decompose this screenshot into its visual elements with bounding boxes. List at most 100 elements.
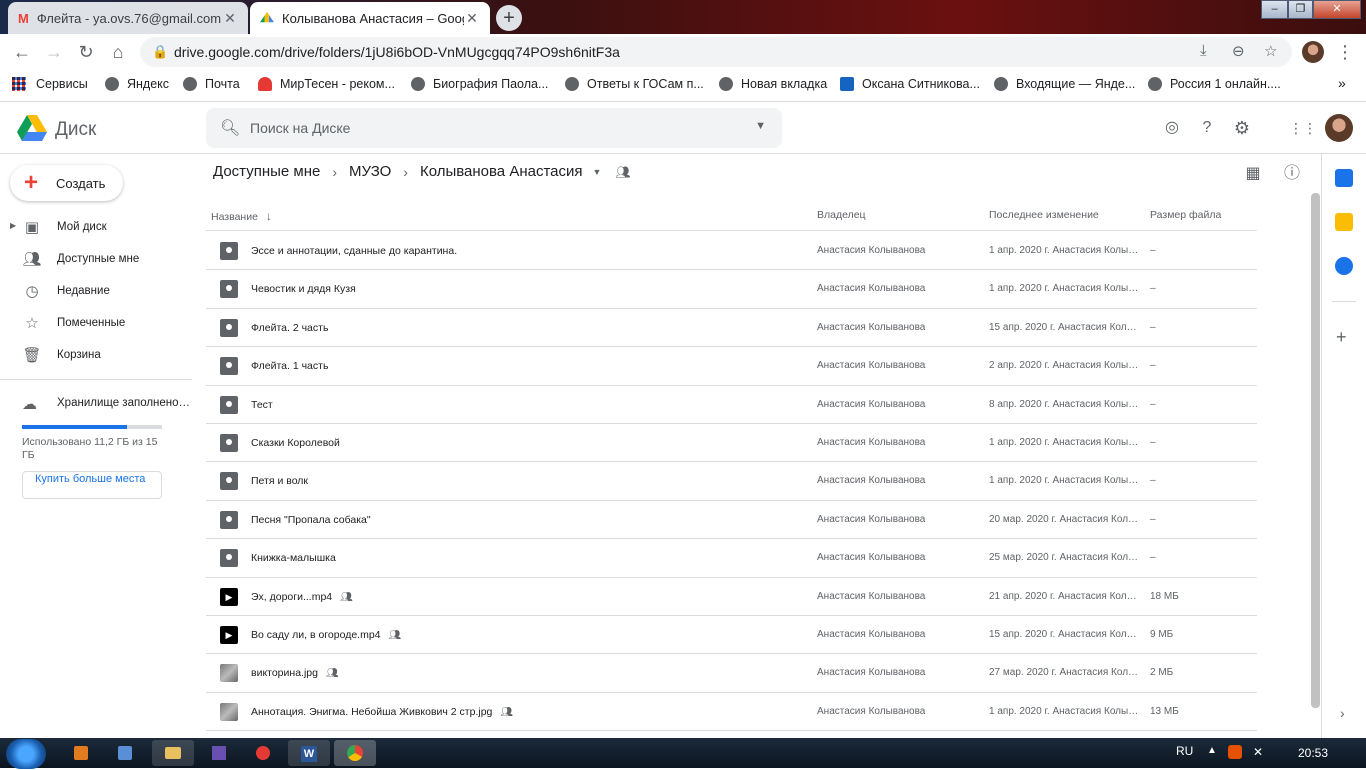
clock[interactable]: 20:53 bbox=[1298, 746, 1328, 760]
table-row[interactable]: Аннотация. Энигма. Небойша Живкович 2 ст… bbox=[206, 693, 1257, 732]
drive-logo-text[interactable]: Диск bbox=[55, 119, 96, 141]
file-modified: 1 апр. 2020 г. Анастасия Колыванова bbox=[989, 245, 1139, 256]
forward-icon[interactable]: → bbox=[43, 41, 65, 63]
install-icon[interactable]: ⤓ bbox=[1200, 42, 1207, 59]
breadcrumb-item[interactable]: МУЗО bbox=[349, 163, 391, 180]
table-row[interactable]: Флейта. 1 часть Анастасия Колыванова 2 апр… bbox=[206, 347, 1257, 386]
tab-drive[interactable]: Колыванова Анастасия – Googl ✕ bbox=[250, 2, 490, 34]
drive-logo-icon[interactable] bbox=[17, 115, 47, 141]
tab-strip: M Флейта - ya.ovs.76@gmail.com - ✕ Колыв… bbox=[0, 0, 1366, 34]
close-window-button[interactable]: ✕ bbox=[1313, 0, 1361, 19]
bookmark-item[interactable]: Россия 1 онлайн.... bbox=[1148, 77, 1281, 91]
zoom-icon[interactable]: ⊖ bbox=[1232, 42, 1245, 60]
back-icon[interactable]: ← bbox=[11, 41, 33, 63]
scrollbar[interactable] bbox=[1311, 193, 1320, 708]
home-icon[interactable]: ⌂ bbox=[107, 41, 129, 63]
file-owner: Анастасия Колыванова bbox=[817, 590, 926, 602]
table-row[interactable]: Тест Анастасия Колыванова 8 апр. 2020 г. А… bbox=[206, 386, 1257, 424]
media-player-icon[interactable] bbox=[60, 740, 102, 766]
search-options-icon[interactable]: ▼ bbox=[755, 120, 766, 132]
column-owner[interactable]: Владелец bbox=[817, 209, 866, 221]
add-addon-icon[interactable]: + bbox=[1336, 327, 1347, 348]
file-owner: Анастасия Колыванова bbox=[817, 398, 926, 410]
gmail-icon: M bbox=[18, 10, 29, 26]
network-icon[interactable]: ✕ bbox=[1253, 745, 1263, 759]
sidebar-item-starred[interactable]: ☆ Помеченные bbox=[0, 308, 192, 340]
gear-icon[interactable]: ⚙ bbox=[1232, 118, 1252, 138]
star-bookmark-icon[interactable]: ☆ bbox=[1264, 42, 1277, 60]
file-modified: 1 апр. 2020 г. Анастасия Колыванова bbox=[989, 705, 1139, 717]
table-row[interactable]: Песня "Пропала собака" Анастасия Колывано… bbox=[206, 501, 1257, 540]
help-icon[interactable]: ? bbox=[1197, 118, 1217, 138]
create-button[interactable]: + Создать bbox=[10, 165, 123, 201]
offline-check-icon[interactable]: ◎ bbox=[1162, 118, 1182, 138]
table-row[interactable]: викторина.jpg 👥︎ Анастасия Колыванова 27 ма… bbox=[206, 654, 1257, 693]
vs-app-icon[interactable] bbox=[198, 740, 240, 766]
bookmark-item[interactable]: Почта bbox=[183, 77, 240, 91]
start-button[interactable] bbox=[6, 739, 46, 769]
bookmark-item[interactable]: Входящие — Янде... bbox=[994, 77, 1135, 91]
address-bar[interactable]: 🔒 drive.google.com/drive/folders/1jU8i6b… bbox=[140, 37, 1292, 67]
tasks-icon[interactable] bbox=[1335, 257, 1353, 275]
table-row[interactable]: Флейта. 2 часть Анастасия Колыванова 15 ап… bbox=[206, 309, 1257, 348]
close-icon[interactable]: ✕ bbox=[222, 10, 238, 27]
keep-icon[interactable] bbox=[1335, 213, 1353, 231]
bookmark-item[interactable]: Новая вкладка bbox=[719, 77, 827, 91]
sidebar-item-my-drive[interactable]: ▶ ▣ Мой диск bbox=[0, 212, 192, 244]
yandex-browser-icon[interactable] bbox=[242, 740, 284, 766]
account-avatar[interactable] bbox=[1325, 114, 1353, 142]
bookmark-apps[interactable]: Сервисы bbox=[12, 77, 88, 91]
grid-view-icon[interactable]: ▦ bbox=[1243, 164, 1263, 184]
expand-arrow-icon[interactable]: ▶ bbox=[10, 221, 16, 230]
search-icon[interactable]: 🔍︎ bbox=[220, 118, 240, 138]
table-row[interactable]: Книжка-малышка Анастасия Колыванова 25 мар… bbox=[206, 539, 1257, 578]
minimize-button[interactable]: – bbox=[1261, 0, 1288, 19]
close-icon[interactable]: ✕ bbox=[464, 10, 480, 27]
storage-label[interactable]: Хранилище заполнено на... bbox=[57, 397, 191, 409]
table-row[interactable]: Эссе и аннотации, сданные до карантина. А… bbox=[206, 232, 1257, 271]
bookmark-item[interactable]: МирТесен - реком... bbox=[258, 77, 395, 91]
chevron-right-icon: › bbox=[403, 163, 408, 180]
explorer-icon[interactable] bbox=[152, 740, 194, 766]
tray-app-icon[interactable] bbox=[1228, 745, 1242, 759]
table-row[interactable]: Петя и волк Анастасия Колыванова 1 апр. 20… bbox=[206, 462, 1257, 501]
tray-expand-icon[interactable]: ▲ bbox=[1207, 745, 1217, 756]
maximize-button[interactable]: ❐ bbox=[1288, 0, 1313, 19]
breadcrumb-current[interactable]: Колыванова Анастасия bbox=[420, 163, 583, 180]
file-name: викторина.jpg 👥︎ bbox=[251, 667, 339, 680]
shared-icon: 👥︎ bbox=[500, 706, 514, 718]
word-icon[interactable]: W bbox=[288, 740, 330, 766]
bookmark-item[interactable]: Яндекс bbox=[105, 77, 169, 91]
column-name[interactable]: Название ↓ bbox=[211, 209, 272, 223]
profile-avatar[interactable] bbox=[1302, 41, 1324, 63]
volume-app-icon[interactable] bbox=[104, 740, 146, 766]
sidebar-item-recent[interactable]: ◷ Недавние bbox=[0, 276, 192, 308]
table-row[interactable]: ▶ Во саду ли, в огороде.mp4 👥︎ Анастасия Ко… bbox=[206, 616, 1257, 655]
calendar-icon[interactable] bbox=[1335, 169, 1353, 187]
column-size[interactable]: Размер файла bbox=[1150, 209, 1221, 221]
breadcrumb-item[interactable]: Доступные мне bbox=[213, 163, 320, 180]
column-modified[interactable]: Последнее изменение bbox=[989, 209, 1099, 221]
chrome-icon[interactable] bbox=[334, 740, 376, 766]
chevron-down-icon[interactable]: ▼ bbox=[593, 167, 602, 177]
bookmark-item[interactable]: Оксана Ситникова... bbox=[840, 77, 980, 91]
info-icon[interactable]: ⓘ bbox=[1282, 164, 1302, 184]
table-row[interactable]: Чевостик и дядя Кузя Анастасия Колыванова… bbox=[206, 270, 1257, 309]
menu-dots-icon[interactable]: ⋮ bbox=[1334, 41, 1356, 63]
bookmarks-overflow-button[interactable]: » bbox=[1338, 75, 1346, 91]
search-input[interactable]: 🔍︎ Поиск на Диске ▼ bbox=[206, 108, 782, 148]
chevron-right-icon[interactable]: › bbox=[1340, 705, 1345, 721]
bookmark-item[interactable]: Ответы к ГОСам п... bbox=[565, 77, 704, 91]
table-row[interactable]: ▶ Эх, дороги...mp4 👥︎ Анастасия Колыванова 2… bbox=[206, 578, 1257, 616]
new-tab-button[interactable]: + bbox=[496, 5, 522, 31]
buy-storage-button[interactable]: Купить больше места bbox=[22, 471, 162, 499]
table-row[interactable]: Сказки Королевой Анастасия Колыванова 1 ап… bbox=[206, 424, 1257, 463]
reload-icon[interactable]: ↻ bbox=[75, 41, 97, 63]
sidebar-item-trash[interactable]: 🗑︎ Корзина bbox=[0, 340, 192, 372]
tab-gmail[interactable]: M Флейта - ya.ovs.76@gmail.com - ✕ bbox=[8, 2, 248, 34]
language-indicator[interactable]: RU bbox=[1176, 744, 1193, 758]
apps-icon[interactable]: ⋮⋮ bbox=[1289, 118, 1317, 138]
sort-arrow-icon[interactable]: ↓ bbox=[266, 209, 272, 223]
bookmark-item[interactable]: Биография Паола... bbox=[411, 77, 548, 91]
sidebar-item-shared[interactable]: 👥︎ Доступные мне bbox=[0, 244, 192, 276]
